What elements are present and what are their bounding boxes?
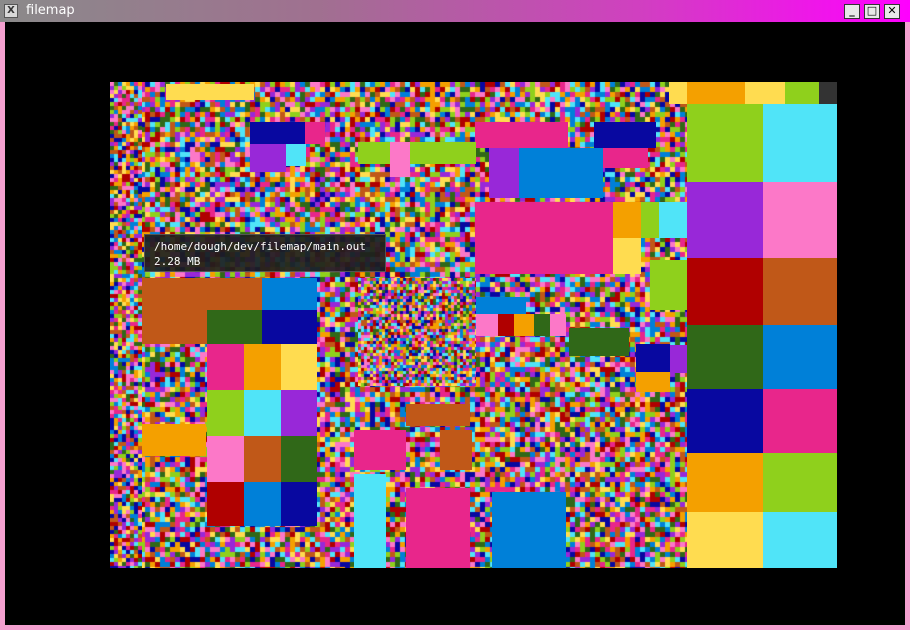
file-block[interactable] <box>250 144 286 172</box>
close-icon: ✕ <box>887 4 897 17</box>
file-block[interactable] <box>207 310 262 344</box>
file-block[interactable] <box>569 328 629 356</box>
file-block[interactable] <box>281 390 317 436</box>
file-block[interactable] <box>763 389 837 453</box>
close-button[interactable]: ✕ <box>884 4 900 19</box>
file-block[interactable] <box>669 82 687 104</box>
file-block[interactable] <box>305 122 325 144</box>
file-block[interactable] <box>687 512 763 568</box>
file-block[interactable] <box>687 389 763 453</box>
window-title: filemap <box>26 3 75 18</box>
file-block[interactable] <box>550 314 566 336</box>
file-block[interactable] <box>406 488 470 568</box>
file-block[interactable] <box>636 372 670 392</box>
tooltip-size: 2.28 MB <box>154 255 201 268</box>
file-block[interactable] <box>594 122 656 148</box>
file-block[interactable] <box>475 202 613 274</box>
file-block[interactable] <box>498 314 514 336</box>
treemap[interactable] <box>110 82 837 568</box>
file-block[interactable] <box>650 260 687 310</box>
file-block[interactable] <box>354 474 386 568</box>
file-block[interactable] <box>475 122 568 148</box>
file-block[interactable] <box>492 492 566 568</box>
file-block[interactable] <box>785 82 819 104</box>
file-block[interactable] <box>603 148 648 168</box>
file-block[interactable] <box>687 453 763 512</box>
title-bar[interactable]: X filemap _ □ ✕ <box>0 0 910 22</box>
x-icon[interactable]: X <box>4 4 18 18</box>
file-block[interactable] <box>244 390 281 436</box>
file-block[interactable] <box>745 82 785 104</box>
file-block[interactable] <box>687 325 763 389</box>
maximize-button[interactable]: □ <box>864 4 880 19</box>
minimize-icon: _ <box>849 4 855 17</box>
file-block[interactable] <box>406 404 470 426</box>
file-block[interactable] <box>244 344 281 390</box>
file-block[interactable] <box>763 325 837 389</box>
file-block[interactable] <box>763 182 837 258</box>
file-block[interactable] <box>244 482 281 526</box>
file-block[interactable] <box>641 202 659 238</box>
app-window: X filemap _ □ ✕ /home/dough/dev/filemap/… <box>0 0 910 630</box>
file-block[interactable] <box>390 142 410 177</box>
file-block[interactable] <box>286 144 306 166</box>
file-block[interactable] <box>636 344 670 372</box>
file-block[interactable] <box>244 436 281 482</box>
file-block[interactable] <box>687 104 763 182</box>
file-block[interactable] <box>207 344 244 390</box>
tooltip-path: /home/dough/dev/filemap/main.out <box>154 240 366 253</box>
file-block[interactable] <box>281 482 317 526</box>
file-block[interactable] <box>358 142 476 164</box>
file-block[interactable] <box>440 430 472 470</box>
file-cluster[interactable] <box>110 82 142 568</box>
file-block[interactable] <box>354 430 406 470</box>
file-block[interactable] <box>763 104 837 182</box>
file-block[interactable] <box>250 122 305 144</box>
file-block[interactable] <box>613 202 641 238</box>
file-block[interactable] <box>613 238 641 274</box>
file-block[interactable] <box>207 390 244 436</box>
file-block[interactable] <box>763 453 837 512</box>
file-block[interactable] <box>489 148 519 198</box>
file-block[interactable] <box>659 202 687 238</box>
file-block[interactable] <box>281 344 317 390</box>
file-block[interactable] <box>262 278 317 310</box>
maximize-icon: □ <box>866 4 878 17</box>
file-block[interactable] <box>500 297 526 314</box>
file-tooltip: /home/dough/dev/filemap/main.out 2.28 MB <box>144 234 386 272</box>
file-block[interactable] <box>687 182 763 258</box>
file-block[interactable] <box>763 258 837 325</box>
file-block[interactable] <box>142 424 206 456</box>
file-block[interactable] <box>476 297 500 314</box>
file-block[interactable] <box>166 84 254 100</box>
file-block[interactable] <box>519 148 603 198</box>
file-block[interactable] <box>262 310 317 344</box>
file-block[interactable] <box>687 82 745 104</box>
file-cluster[interactable] <box>358 278 476 386</box>
file-block[interactable] <box>534 314 550 336</box>
file-block[interactable] <box>670 345 687 373</box>
file-block[interactable] <box>514 314 534 336</box>
file-block[interactable] <box>763 512 837 568</box>
file-block[interactable] <box>207 436 244 482</box>
file-block[interactable] <box>281 436 317 482</box>
file-block[interactable] <box>476 314 498 336</box>
file-block[interactable] <box>687 258 763 325</box>
file-block[interactable] <box>207 482 244 526</box>
minimize-button[interactable]: _ <box>844 4 860 19</box>
